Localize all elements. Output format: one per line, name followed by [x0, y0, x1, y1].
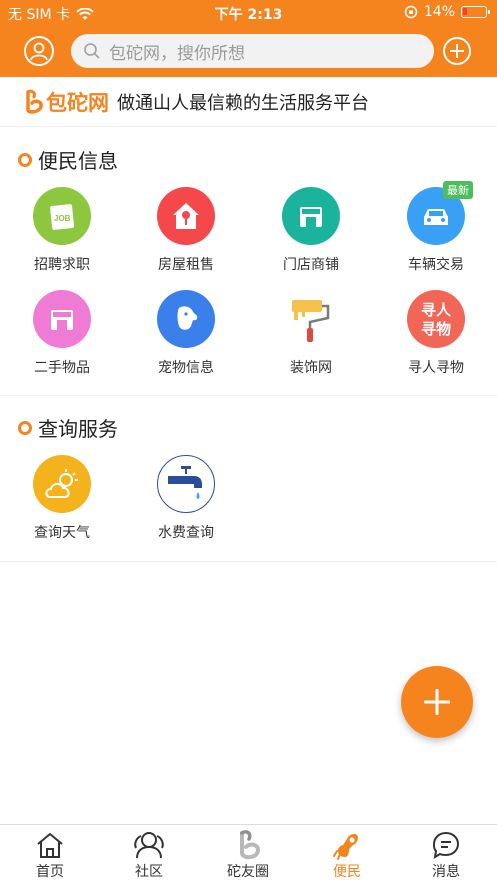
top-bar: 无 SIM 卡 下午 2:13 14% 包砣网，搜你所想 — [0, 0, 497, 77]
pet-icon — [157, 290, 215, 348]
community-icon — [109, 829, 189, 861]
item-water[interactable]: 水费查询 — [131, 455, 241, 542]
search-placeholder: 包砣网，搜你所想 — [109, 43, 245, 64]
friends-circle-icon — [208, 829, 288, 861]
weather-icon — [33, 455, 91, 513]
tab-convenience[interactable]: 便民 — [307, 829, 387, 881]
query-section: 查询服务 查询天气 水费查询 — [0, 396, 497, 562]
new-badge: 最新 — [443, 181, 473, 199]
add-button[interactable] — [443, 37, 471, 65]
job-icon: JOB — [33, 187, 91, 245]
status-bar: 无 SIM 卡 下午 2:13 14% — [0, 0, 497, 26]
search-icon — [84, 43, 100, 59]
item-store[interactable]: 门店商铺 — [256, 187, 366, 274]
car-icon: 最新 — [407, 181, 473, 245]
item-house[interactable]: 房屋租售 — [131, 187, 241, 274]
convenience-icon — [307, 829, 387, 861]
search-people-icon: 寻人 寻物 — [407, 290, 465, 348]
secondhand-icon — [33, 290, 91, 348]
tab-home[interactable]: 首页 — [10, 829, 90, 881]
svg-text:寻物: 寻物 — [421, 320, 451, 338]
user-icon — [30, 42, 48, 61]
section-title: 便民信息 — [18, 145, 118, 174]
logo-text: 包砣网 — [46, 90, 109, 115]
item-weather[interactable]: 查询天气 — [7, 455, 117, 542]
store-icon — [282, 187, 340, 245]
brand-logo: 包砣网 — [22, 87, 109, 117]
svg-text:JOB: JOB — [54, 214, 71, 223]
floating-add-button[interactable] — [401, 666, 473, 738]
tab-messages[interactable]: 消息 — [406, 829, 486, 881]
item-lost-found[interactable]: 寻人 寻物 寻人寻物 — [381, 290, 491, 377]
svg-text:寻人: 寻人 — [421, 301, 452, 319]
water-tap-icon — [157, 455, 215, 513]
item-decoration[interactable]: 装饰网 — [256, 290, 366, 377]
brand-banner: 包砣网 做通山人最信赖的生活服务平台 — [0, 77, 497, 127]
section-dot-icon — [18, 152, 32, 167]
battery-percent: 14% — [423, 4, 455, 20]
house-icon — [157, 187, 215, 245]
tab-community[interactable]: 社区 — [109, 829, 189, 881]
battery-icon — [461, 6, 490, 18]
tagline: 做通山人最信赖的生活服务平台 — [117, 92, 369, 114]
tab-friends-circle[interactable]: 砣友圈 — [208, 829, 288, 881]
orientation-lock-icon — [404, 5, 418, 19]
search-input[interactable]: 包砣网，搜你所想 — [71, 34, 434, 68]
item-pet[interactable]: 宠物信息 — [131, 290, 241, 377]
message-icon — [406, 829, 486, 861]
section-dot-icon — [18, 420, 32, 435]
item-secondhand[interactable]: 二手物品 — [7, 290, 117, 377]
search-bar: 包砣网，搜你所想 — [0, 32, 497, 70]
paint-roller-icon — [282, 290, 340, 348]
bottom-tab-bar: 首页 社区 砣友圈 便民 消息 — [0, 824, 497, 883]
convenience-section: 便民信息 JOB 招聘求职 房屋租售 门店商铺 最新 车辆交易 二手物品 宠物信… — [0, 128, 497, 396]
item-car[interactable]: 最新 车辆交易 — [381, 181, 491, 274]
home-icon — [10, 829, 90, 861]
user-avatar-button[interactable] — [24, 36, 54, 66]
logo-mark-icon — [26, 89, 43, 114]
item-job[interactable]: JOB 招聘求职 — [7, 187, 117, 274]
section-title: 查询服务 — [18, 413, 118, 442]
